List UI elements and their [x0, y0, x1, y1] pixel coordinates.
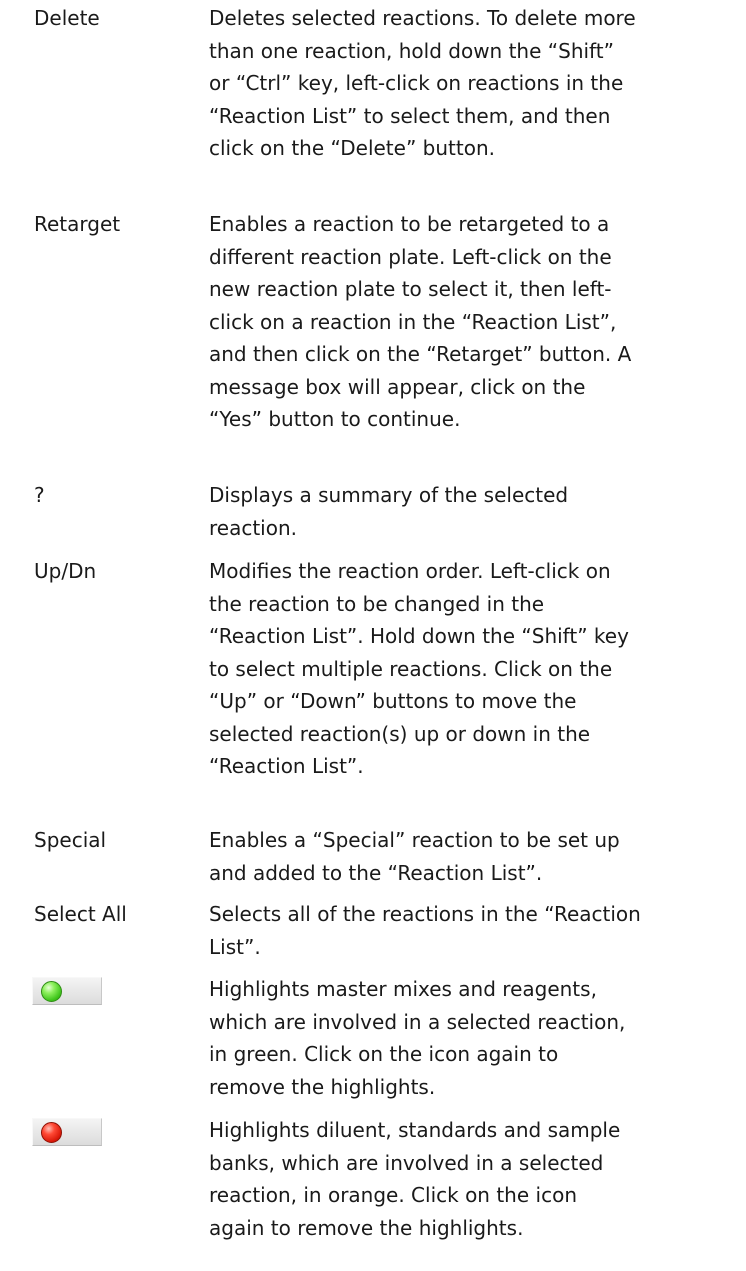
description-green-highlight: Highlights master mixes and reagents, wh…	[209, 977, 626, 1099]
description-retarget: Enables a reaction to be retargeted to a…	[209, 212, 632, 431]
term-up-dn: Up/Dn	[34, 559, 97, 583]
green-circle-icon	[41, 981, 62, 1002]
red-circle-icon	[41, 1122, 62, 1143]
term-retarget: Retarget	[34, 212, 121, 236]
description-special: Enables a “Special” reaction to be set u…	[209, 828, 620, 885]
term-special: Special	[34, 828, 107, 852]
red-highlight-button	[32, 1118, 102, 1146]
term-question-mark: ?	[34, 483, 45, 507]
description-summary: Displays a summary of the selected react…	[209, 483, 569, 540]
term-select-all: Select All	[34, 902, 127, 926]
description-delete: Deletes selected reactions. To delete mo…	[209, 6, 636, 160]
term-delete: Delete	[34, 6, 100, 30]
green-highlight-button	[32, 977, 102, 1005]
description-up-dn: Modifies the reaction order. Left-click …	[209, 559, 629, 778]
description-select-all: Selects all of the reactions in the “Rea…	[209, 902, 641, 959]
page: { "entries": [ { "term": "Delete", "desc…	[0, 0, 746, 1271]
description-red-highlight: Highlights diluent, standards and sample…	[209, 1118, 621, 1240]
